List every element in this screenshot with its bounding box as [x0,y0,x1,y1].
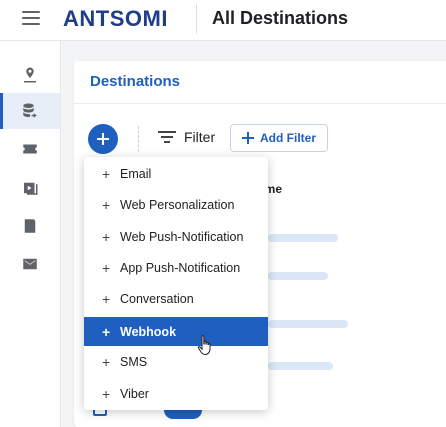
add-filter-label: Add Filter [260,131,316,145]
menu-item-label: SMS [120,355,148,369]
filter-button[interactable]: Filter [158,129,215,145]
add-filter-button[interactable]: Add Filter [230,124,328,152]
plus-icon [97,133,109,145]
add-destination-menu: + Email + Web Personalization + Web Push-No… [84,157,268,410]
menu-item-label: App Push-Notification [120,261,241,275]
ticket-icon[interactable] [0,131,60,167]
menu-icon[interactable] [22,11,40,25]
plus-icon: + [102,291,111,307]
menu-item-app-push-notification[interactable]: + App Push-Notification [84,255,268,281]
toolbar-divider [138,126,140,152]
menu-item-label: Web Push-Notification [120,230,244,244]
menu-item-label: Viber [120,387,149,401]
sidebar [0,41,61,427]
table-row [268,234,338,242]
table-row [268,362,333,370]
journey-icon[interactable] [0,57,60,93]
document-icon[interactable] [0,208,60,244]
plus-icon: + [102,229,111,245]
menu-item-label: Conversation [120,292,194,306]
filter-label: Filter [184,129,216,145]
plus-icon: + [102,354,111,370]
destinations-icon[interactable] [0,93,60,129]
mail-icon[interactable] [0,246,60,282]
menu-item-label: Web Personalization [120,198,235,212]
menu-item-email[interactable]: + Email [84,161,268,187]
plus-icon: + [102,260,111,276]
page-title: All Destinations [212,8,349,28]
logo[interactable]: ANTSOMI [63,6,168,32]
plus-icon: + [102,197,111,213]
menu-item-label: Webhook [120,324,177,339]
plus-icon: + [102,166,111,182]
card-title: Destinations [90,73,181,90]
menu-item-conversation[interactable]: + Conversation [84,286,268,312]
add-destination-button[interactable] [88,124,118,154]
header-divider [196,4,197,34]
menu-item-webhook[interactable]: + Webhook [84,317,268,346]
plus-icon [242,132,254,144]
table-row [268,272,328,280]
plus-icon: + [102,323,111,340]
menu-item-viber[interactable]: + Viber [84,381,268,407]
plus-icon: + [102,386,111,402]
menu-item-web-push-notification[interactable]: + Web Push-Notification [84,224,268,250]
top-bar: ANTSOMI All Destinations [0,0,446,41]
card-divider [74,103,446,104]
menu-item-web-personalization[interactable]: + Web Personalization [84,192,268,218]
media-icon[interactable] [0,170,60,206]
filter-icon [158,131,176,143]
hand-cursor-icon [197,335,211,356]
menu-item-sms[interactable]: + SMS [84,349,268,375]
menu-item-label: Email [120,167,152,181]
table-row [268,320,348,328]
